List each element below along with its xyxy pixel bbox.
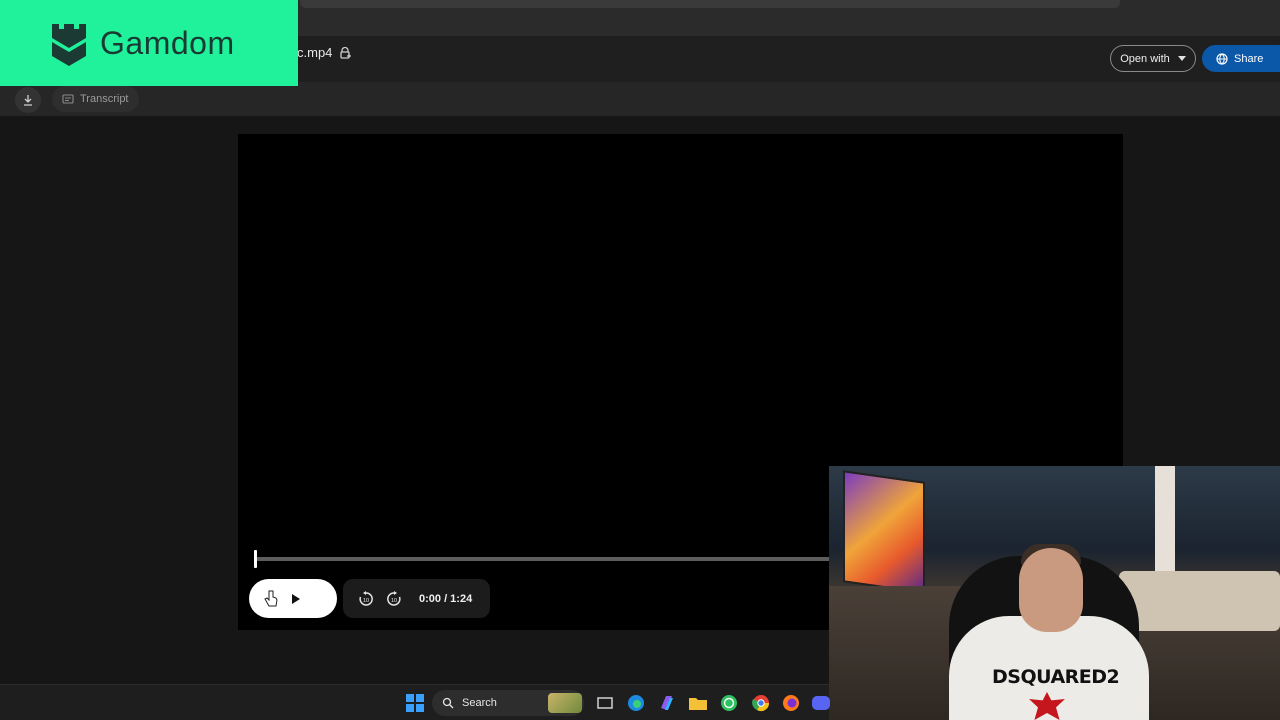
search-icon (442, 697, 454, 709)
room-pillar (1155, 466, 1175, 576)
firefox-icon[interactable] (780, 692, 802, 714)
file-title: c.mp4 (297, 45, 352, 60)
webcam-overlay: DSQUARED2 (829, 466, 1280, 720)
copilot-icon[interactable] (656, 692, 678, 714)
download-icon (24, 95, 32, 106)
hand-cursor-icon (264, 590, 278, 607)
search-label: Search (462, 697, 497, 709)
share-label: Share (1234, 52, 1264, 65)
brand-overlay: Gamdom (0, 0, 298, 86)
os-taskbar: Search (0, 684, 832, 720)
file-explorer-icon[interactable] (687, 692, 709, 714)
discord-icon[interactable] (810, 692, 832, 714)
streamer-face (1019, 548, 1083, 632)
search-highlight-image (548, 693, 582, 713)
windows-start-icon[interactable] (404, 692, 426, 714)
screen: c.mp4 Open with Share Transcript Gamdom … (0, 0, 1280, 720)
task-view-icon[interactable] (594, 692, 616, 714)
chevron-down-icon (1177, 56, 1186, 61)
transcript-button[interactable]: Transcript (52, 86, 139, 112)
open-with-button[interactable]: Open with (1110, 45, 1196, 72)
share-button[interactable]: Share (1202, 45, 1280, 72)
castle-tower-icon (52, 24, 86, 66)
chrome-icon[interactable] (750, 692, 772, 714)
play-button[interactable] (249, 579, 337, 618)
viewer-toolbar: Transcript (0, 82, 1280, 116)
globe-icon (1216, 52, 1228, 65)
wall-tv (843, 470, 925, 594)
seek-handle[interactable] (254, 550, 257, 568)
shirt-print: DSQUARED2 (992, 666, 1120, 688)
edge-browser-icon[interactable] (625, 692, 647, 714)
open-with-label: Open with (1120, 52, 1170, 65)
forward-10-icon[interactable]: 10 (385, 590, 403, 608)
whatsapp-icon[interactable] (718, 692, 740, 714)
play-icon (292, 593, 300, 604)
svg-text:10: 10 (391, 598, 397, 604)
file-name-text: c.mp4 (297, 45, 333, 60)
couch (1119, 571, 1280, 631)
playback-controls: 10 10 0:00 / 1:24 (343, 579, 490, 618)
download-button[interactable] (15, 87, 41, 113)
svg-text:10: 10 (363, 598, 369, 604)
transcript-label: Transcript (80, 93, 129, 105)
brand-name: Gamdom (100, 24, 235, 61)
seek-bar[interactable] (254, 557, 834, 561)
browser-active-tab[interactable] (300, 0, 1120, 8)
rewind-10-icon[interactable]: 10 (357, 590, 375, 608)
transcript-icon (62, 94, 74, 104)
time-readout: 0:00 / 1:24 (419, 592, 473, 605)
shared-lock-icon[interactable] (338, 46, 352, 60)
taskbar-search[interactable]: Search (432, 690, 584, 716)
